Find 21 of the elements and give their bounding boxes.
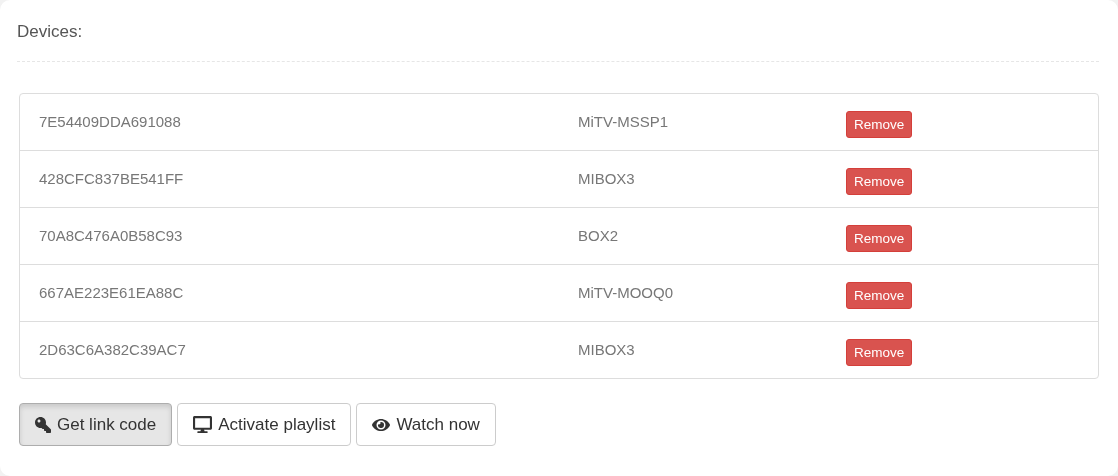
device-model: MIBOX3 — [578, 169, 636, 189]
monitor-icon — [193, 415, 213, 434]
device-model: MiTV-MSSP1 — [578, 112, 669, 132]
key-icon — [35, 416, 51, 433]
remove-button[interactable]: Remove — [846, 224, 913, 252]
remove-button[interactable]: Remove — [846, 110, 913, 138]
remove-button[interactable]: Remove — [846, 281, 913, 309]
section-title: Devices: — [17, 22, 84, 43]
device-id: 667AE223E61EA88C — [39, 283, 185, 303]
remove-button[interactable]: Remove — [846, 338, 913, 366]
device-model: MIBOX3 — [578, 340, 636, 360]
device-id: 428CFC837BE541FF — [39, 169, 185, 189]
device-id: 2D63C6A382C39AC7 — [39, 340, 187, 360]
action-button[interactable]: Get link code — [19, 403, 173, 446]
action-button[interactable]: Activate playlist — [177, 403, 352, 446]
device-model: MiTV-MOOQ0 — [578, 283, 674, 303]
device-id: 7E54409DDA691088 — [39, 112, 182, 132]
action-button[interactable]: Watch now — [356, 403, 496, 446]
device-model: BOX2 — [578, 226, 620, 246]
device-id: 70A8C476A0B58C93 — [39, 226, 184, 246]
remove-button[interactable]: Remove — [846, 167, 913, 195]
